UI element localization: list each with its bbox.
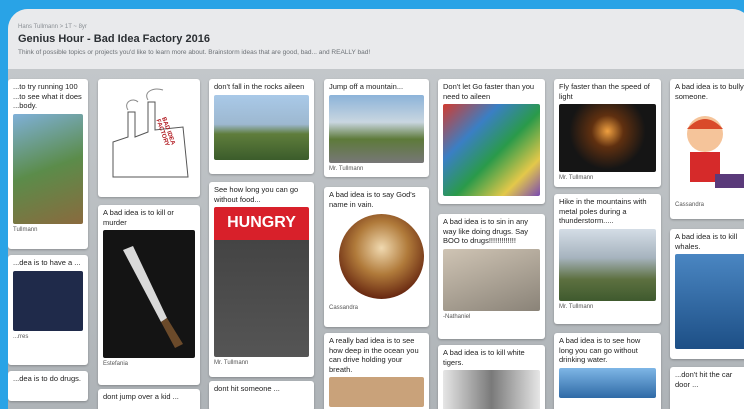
pills-photo	[443, 248, 540, 311]
post-text: See how long you can go without food...	[214, 185, 299, 204]
post-author: -Nathaniel	[443, 313, 471, 320]
patchwork-car-photo	[443, 104, 540, 196]
mountains-photo	[559, 228, 656, 301]
jesus-portrait	[329, 212, 424, 302]
white-tiger-photo	[443, 370, 540, 409]
factory-drawing: BAD IDEA FACTORY	[103, 82, 195, 190]
post-card[interactable]: A bad idea is to kill or murder Estefani…	[98, 205, 200, 385]
hungry-sign: HUNGRY	[227, 214, 296, 231]
post-card[interactable]: dont jump over a kid ...	[98, 389, 200, 409]
factory-sketch-icon	[112, 88, 189, 178]
post-author: Cassandra	[675, 202, 705, 208]
post-card[interactable]: A bad idea is to bully someone. Cassandr…	[670, 79, 744, 219]
post-card[interactable]: ...dea is to do drugs.	[8, 371, 88, 401]
breadcrumb[interactable]: Hans Tullmann > 1T ~ 8yr	[18, 24, 87, 30]
post-card[interactable]: ...don't hit the car door ...	[670, 367, 744, 409]
post-text: Hike in the mountains with metal poles d…	[559, 197, 647, 225]
hungry-photo: HUNGRY	[214, 207, 309, 357]
post-author: Tullmann	[13, 226, 38, 233]
page-subtitle: Think of possible topics or projects you…	[18, 49, 371, 56]
post-text: A really bad idea is to see how deep in …	[329, 336, 419, 374]
post-author: Mr. Tullmann	[214, 360, 249, 366]
post-card[interactable]: Don't let Go faster than you need to ail…	[438, 79, 545, 204]
bully-cartoon-icon	[687, 116, 744, 188]
post-card[interactable]: A bad idea is to see how long you can go…	[554, 333, 661, 409]
runners-photo	[13, 113, 83, 224]
post-card[interactable]: ...to try running 100 ...to see what it …	[8, 79, 88, 249]
post-card[interactable]: A bad idea is to say God's name in vain.…	[324, 187, 429, 327]
light-speed-photo	[559, 104, 656, 172]
post-card[interactable]: Hike in the mountains with metal poles d…	[554, 194, 661, 324]
post-author: Mr. Tullmann	[329, 165, 364, 172]
post-text: ...dea is to have a ...	[13, 258, 81, 267]
bully-cartoon	[675, 104, 744, 199]
post-author: Mr. Tullmann	[559, 303, 594, 310]
post-text: A bad idea is to see how long you can go…	[559, 336, 641, 364]
whale-photo	[675, 254, 744, 349]
post-text: don't fall in the rocks aileen	[214, 82, 305, 91]
post-card[interactable]: ...dea is to have a ... ...rres	[8, 255, 88, 365]
post-text: ...to try running 100 ...to see what it …	[13, 82, 82, 110]
post-author: ...rres	[13, 333, 29, 340]
post-text: ...dea is to do drugs.	[13, 374, 81, 383]
knife-photo	[103, 230, 195, 358]
post-card[interactable]: A bad idea is to kill whales.	[670, 229, 744, 359]
diver-photo	[329, 377, 424, 407]
post-card[interactable]: Fly faster than the speed of light Mr. T…	[554, 79, 661, 187]
post-card[interactable]: See how long you can go without food... …	[209, 182, 314, 377]
post-card[interactable]: A bad idea is to kill white tigers.	[438, 345, 545, 409]
post-text: Fly faster than the speed of light	[559, 82, 650, 101]
post-text: A bad idea is to kill white tigers.	[443, 348, 525, 367]
post-text: A bad idea is to say God's name in vain.	[329, 190, 416, 209]
post-text: Don't let Go faster than you need to ail…	[443, 82, 535, 101]
rocks-photo	[214, 94, 309, 160]
post-text: Jump off a mountain...	[329, 82, 404, 91]
post-card[interactable]: don't fall in the rocks aileen	[209, 79, 314, 174]
post-text: dont hit someone ...	[214, 384, 280, 393]
padlet-wall: ...to try running 100 ...to see what it …	[8, 69, 744, 409]
post-text: ...don't hit the car door ...	[675, 370, 733, 389]
knife-icon	[123, 246, 183, 348]
post-card[interactable]: Jump off a mountain... Mr. Tullmann	[324, 79, 429, 177]
portrait-circle	[339, 214, 424, 299]
post-text: A bad idea is to kill or murder	[103, 208, 174, 227]
ocean-photo	[559, 367, 656, 398]
post-card[interactable]: A really bad idea is to see how deep in …	[324, 333, 429, 409]
mountain-road-photo	[329, 94, 424, 163]
padlet-window: Hans Tullmann > 1T ~ 8yr Genius Hour - B…	[8, 9, 744, 409]
post-author: Estefania	[103, 361, 129, 367]
passport-photo	[13, 270, 83, 331]
post-text: A bad idea is to bully someone.	[675, 82, 744, 101]
post-card[interactable]: dont hit someone ...	[209, 381, 314, 409]
post-text: A bad idea is to sin in any way like doi…	[443, 217, 529, 245]
padlet-header: Hans Tullmann > 1T ~ 8yr Genius Hour - B…	[8, 9, 744, 70]
post-card[interactable]: A bad idea is to sin in any way like doi…	[438, 214, 545, 339]
post-author: Mr. Tullmann	[559, 175, 594, 181]
post-card[interactable]: BAD IDEA FACTORY	[98, 79, 200, 197]
post-text: A bad idea is to kill whales.	[675, 232, 738, 251]
page-title: Genius Hour - Bad Idea Factory 2016	[18, 33, 210, 45]
post-text: dont jump over a kid ...	[103, 392, 179, 401]
post-author: Cassandra	[329, 305, 359, 311]
